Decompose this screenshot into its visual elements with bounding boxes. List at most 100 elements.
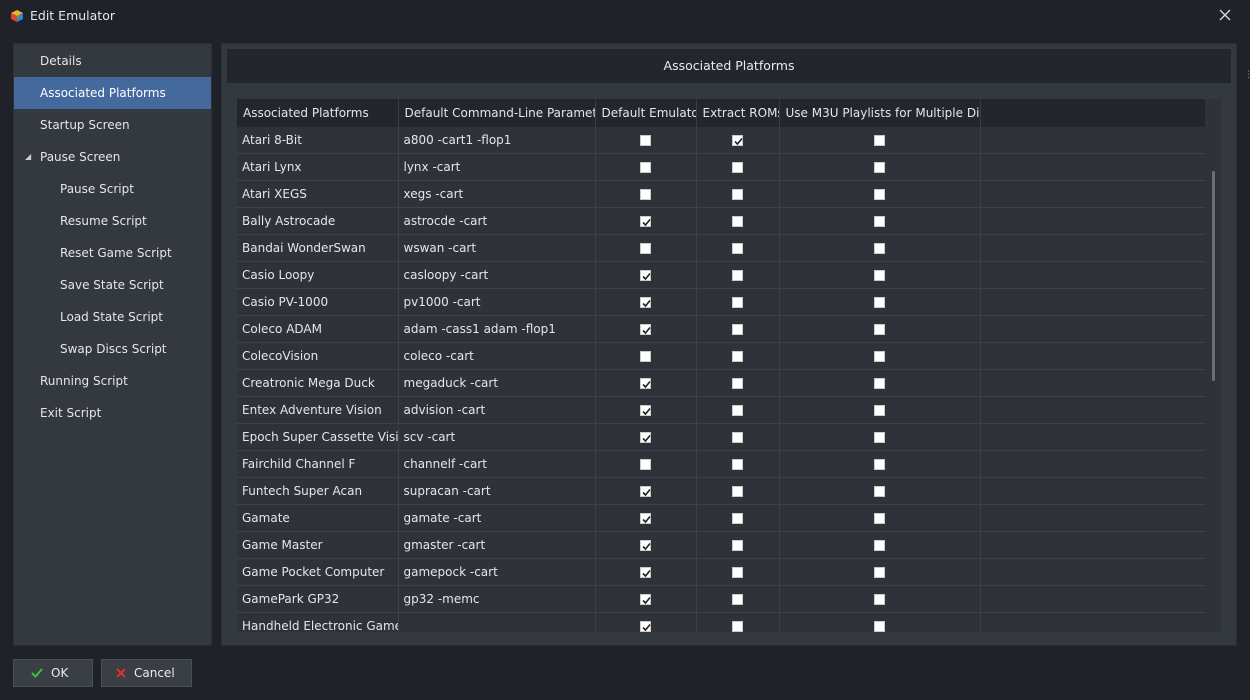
table-row[interactable]: Casio Loopy casloopy -cart: [237, 261, 1206, 289]
default-emulator-checkbox[interactable]: [640, 621, 651, 632]
params-cell[interactable]: casloopy -cart: [398, 261, 596, 289]
extract-roms-checkbox[interactable]: [732, 351, 743, 362]
use-m3u-checkbox[interactable]: [874, 459, 885, 470]
column-header-default-emulator[interactable]: Default Emulator: [595, 99, 697, 127]
params-cell[interactable]: coleco -cart: [398, 342, 596, 370]
extract-roms-checkbox[interactable]: [732, 378, 743, 389]
use-m3u-checkbox[interactable]: [874, 135, 885, 146]
params-cell[interactable]: channelf -cart: [398, 450, 596, 478]
params-cell[interactable]: astrocde -cart: [398, 207, 596, 235]
default-emulator-checkbox[interactable]: [640, 405, 651, 416]
sidebar-item-resume-script[interactable]: Resume Script: [14, 205, 211, 237]
use-m3u-checkbox[interactable]: [874, 405, 885, 416]
extract-roms-checkbox[interactable]: [732, 243, 743, 254]
vertical-scrollbar[interactable]: [1205, 99, 1221, 632]
extract-roms-checkbox[interactable]: [732, 405, 743, 416]
column-header-platform[interactable]: Associated Platforms: [237, 99, 399, 127]
params-cell[interactable]: lynx -cart: [398, 153, 596, 181]
table-row[interactable]: Atari XEGS xegs -cart: [237, 180, 1206, 208]
extract-roms-checkbox[interactable]: [732, 594, 743, 605]
table-row[interactable]: Creatronic Mega Duck megaduck -cart: [237, 369, 1206, 397]
default-emulator-checkbox[interactable]: [640, 567, 651, 578]
params-cell[interactable]: a800 -cart1 -flop1: [398, 127, 596, 154]
column-header-use-m3u[interactable]: Use M3U Playlists for Multiple Discs: [779, 99, 981, 127]
table-row[interactable]: ColecoVision coleco -cart: [237, 342, 1206, 370]
use-m3u-checkbox[interactable]: [874, 189, 885, 200]
use-m3u-checkbox[interactable]: [874, 270, 885, 281]
table-row[interactable]: Fairchild Channel Fchannelf -cart: [237, 450, 1206, 478]
default-emulator-checkbox[interactable]: [640, 135, 651, 146]
table-row[interactable]: Coleco ADAM adam -cass1 adam -flop1: [237, 315, 1206, 343]
use-m3u-checkbox[interactable]: [874, 162, 885, 173]
extract-roms-checkbox[interactable]: [732, 162, 743, 173]
extract-roms-checkbox[interactable]: [732, 513, 743, 524]
sidebar-item-pause-screen[interactable]: ◢ Pause Screen: [14, 141, 211, 173]
table-row[interactable]: Epoch Super Cassette Vision scv -cart: [237, 423, 1206, 451]
default-emulator-checkbox[interactable]: [640, 432, 651, 443]
sidebar-item-startup-screen[interactable]: Startup Screen: [14, 109, 211, 141]
default-emulator-checkbox[interactable]: [640, 540, 651, 551]
default-emulator-checkbox[interactable]: [640, 162, 651, 173]
sidebar-item-details[interactable]: Details: [14, 45, 211, 77]
use-m3u-checkbox[interactable]: [874, 621, 885, 632]
table-row[interactable]: Game Master gmaster -cart: [237, 531, 1206, 559]
params-cell[interactable]: gmaster -cart: [398, 531, 596, 559]
extract-roms-checkbox[interactable]: [732, 189, 743, 200]
table-row[interactable]: Atari 8-Bit a800 -cart1 -flop1: [237, 127, 1206, 154]
use-m3u-checkbox[interactable]: [874, 567, 885, 578]
sidebar-item-running-script[interactable]: Running Script: [14, 365, 211, 397]
default-emulator-checkbox[interactable]: [640, 513, 651, 524]
extract-roms-checkbox[interactable]: [732, 216, 743, 227]
default-emulator-checkbox[interactable]: [640, 216, 651, 227]
table-row[interactable]: Bandai WonderSwan wswan -cart: [237, 234, 1206, 262]
table-row[interactable]: Game Pocket Computer gamepock -cart: [237, 558, 1206, 586]
sidebar-item-associated-platforms[interactable]: Associated Platforms: [14, 77, 211, 109]
expand-arrow-icon[interactable]: ◢: [25, 141, 31, 173]
extract-roms-checkbox[interactable]: [732, 459, 743, 470]
params-cell[interactable]: adam -cass1 adam -flop1: [398, 315, 596, 343]
default-emulator-checkbox[interactable]: [640, 270, 651, 281]
default-emulator-checkbox[interactable]: [640, 189, 651, 200]
extract-roms-checkbox[interactable]: [732, 567, 743, 578]
default-emulator-checkbox[interactable]: [640, 459, 651, 470]
params-cell[interactable]: advision -cart: [398, 396, 596, 424]
use-m3u-checkbox[interactable]: [874, 378, 885, 389]
default-emulator-checkbox[interactable]: [640, 486, 651, 497]
extract-roms-checkbox[interactable]: [732, 270, 743, 281]
use-m3u-checkbox[interactable]: [874, 243, 885, 254]
use-m3u-checkbox[interactable]: [874, 324, 885, 335]
params-cell[interactable]: megaduck -cart: [398, 369, 596, 397]
use-m3u-checkbox[interactable]: [874, 486, 885, 497]
use-m3u-checkbox[interactable]: [874, 351, 885, 362]
params-cell[interactable]: pv1000 -cart: [398, 288, 596, 316]
extract-roms-checkbox[interactable]: [732, 324, 743, 335]
default-emulator-checkbox[interactable]: [640, 243, 651, 254]
default-emulator-checkbox[interactable]: [640, 297, 651, 308]
column-header-extract-roms[interactable]: Extract ROMs: [696, 99, 780, 127]
table-row[interactable]: Funtech Super Acan supracan -cart: [237, 477, 1206, 505]
default-emulator-checkbox[interactable]: [640, 378, 651, 389]
table-row[interactable]: Handheld Electronic Games: [237, 612, 1206, 632]
params-cell[interactable]: supracan -cart: [398, 477, 596, 505]
use-m3u-checkbox[interactable]: [874, 513, 885, 524]
params-cell[interactable]: [398, 612, 596, 632]
table-row[interactable]: GamePark GP32 gp32 -memc: [237, 585, 1206, 613]
sidebar-item-swap-discs-script[interactable]: Swap Discs Script: [14, 333, 211, 365]
sidebar-item-reset-game-script[interactable]: Reset Game Script: [14, 237, 211, 269]
params-cell[interactable]: gamate -cart: [398, 504, 596, 532]
default-emulator-checkbox[interactable]: [640, 594, 651, 605]
table-row[interactable]: Casio PV-1000 pv1000 -cart: [237, 288, 1206, 316]
scrollbar-thumb[interactable]: [1212, 171, 1215, 381]
extract-roms-checkbox[interactable]: [732, 135, 743, 146]
sidebar-item-pause-script[interactable]: Pause Script: [14, 173, 211, 205]
use-m3u-checkbox[interactable]: [874, 216, 885, 227]
sidebar-item-load-state-script[interactable]: Load State Script: [14, 301, 211, 333]
params-cell[interactable]: scv -cart: [398, 423, 596, 451]
extract-roms-checkbox[interactable]: [732, 297, 743, 308]
extract-roms-checkbox[interactable]: [732, 621, 743, 632]
sidebar-item-exit-script[interactable]: Exit Script: [14, 397, 211, 429]
default-emulator-checkbox[interactable]: [640, 324, 651, 335]
close-button[interactable]: [1214, 6, 1236, 26]
column-header-params[interactable]: Default Command-Line Parameters: [398, 99, 596, 127]
extract-roms-checkbox[interactable]: [732, 432, 743, 443]
